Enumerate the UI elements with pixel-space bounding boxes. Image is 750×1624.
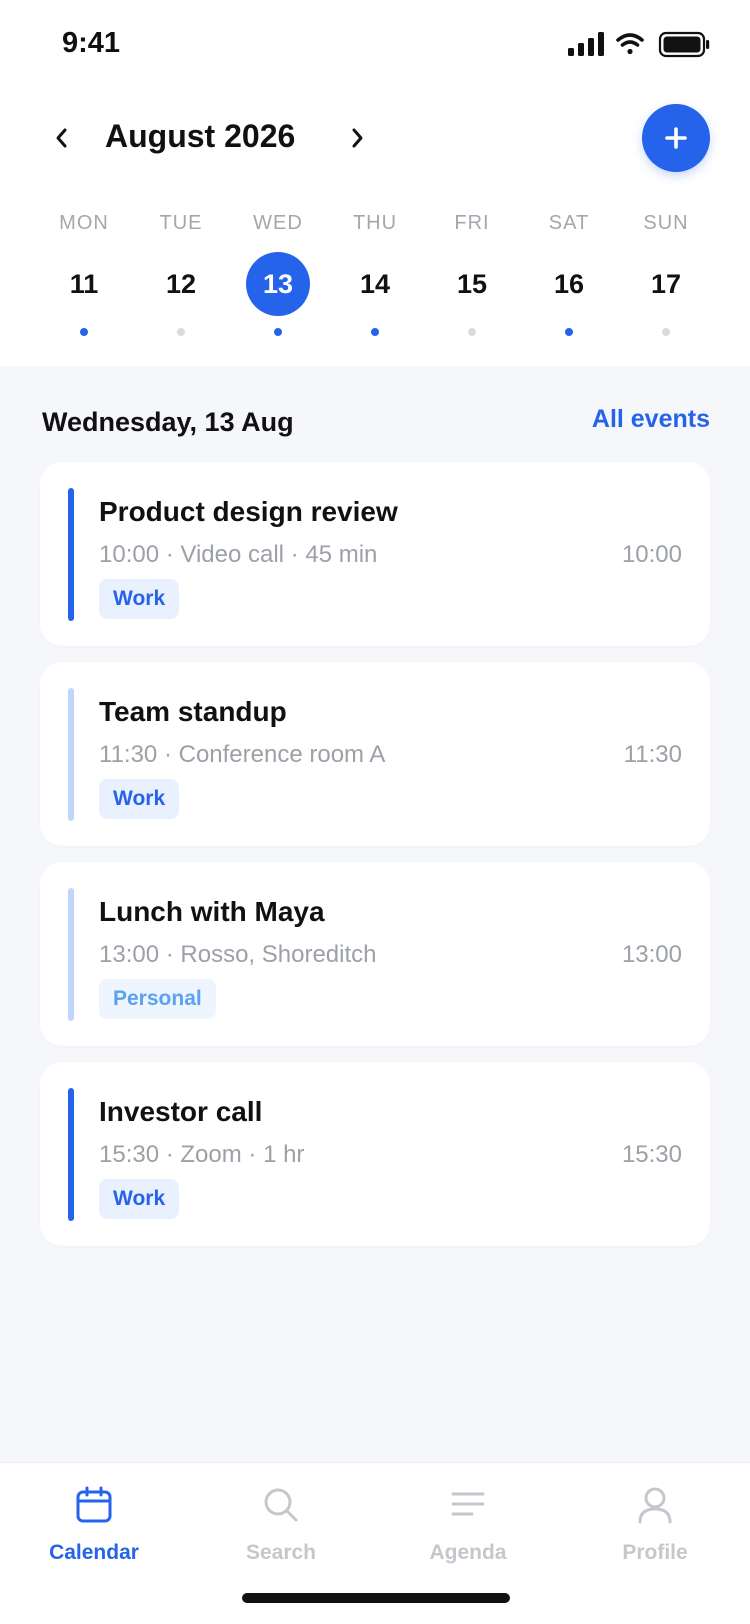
event-dot <box>371 328 379 336</box>
list-icon <box>451 1492 485 1516</box>
day-sun[interactable]: SUN 17 <box>618 212 714 342</box>
tab-label: Profile <box>622 1541 688 1564</box>
event-color-bar <box>68 1088 74 1221</box>
add-event-button[interactable] <box>642 104 710 172</box>
day-name: THU <box>352 212 398 234</box>
day-name: TUE <box>159 212 203 234</box>
day-thu[interactable]: THU 14 <box>327 212 423 342</box>
event-subtitle: 15:30 · Zoom · 1 hr <box>99 1141 305 1168</box>
tab-label: Search <box>245 1541 317 1564</box>
event-title: Lunch with Maya <box>99 896 325 927</box>
chevron-left-icon <box>56 128 67 148</box>
tab-agenda[interactable]: Agenda <box>388 1485 548 1585</box>
home-indicator <box>242 1593 510 1603</box>
event-card[interactable]: Product design review 10:00 · Video call… <box>40 462 710 646</box>
event-dot <box>662 328 670 336</box>
event-color-bar <box>68 688 74 821</box>
event-time: 15:30 <box>621 1141 682 1168</box>
calendar-icon <box>76 1486 112 1523</box>
day-number: 11 <box>69 268 99 299</box>
day-number: 12 <box>165 268 197 299</box>
day-name: WED <box>253 212 303 234</box>
plus-icon <box>665 127 687 149</box>
event-title: Investor call <box>99 1096 263 1127</box>
day-name: SAT <box>548 212 590 234</box>
tab-label: Calendar <box>49 1541 139 1564</box>
day-name: MON <box>59 212 109 234</box>
event-dot <box>177 328 185 336</box>
day-fri[interactable]: FRI 15 <box>424 212 520 342</box>
event-title: Product design review <box>99 496 398 527</box>
event-tag: Personal <box>99 979 216 1019</box>
wifi-icon <box>616 33 644 55</box>
day-number: 17 <box>650 268 682 299</box>
event-color-bar <box>68 888 74 1021</box>
tab-calendar[interactable]: Calendar <box>14 1485 174 1585</box>
month-title: August 2026 <box>105 118 296 154</box>
event-subtitle: 10:00 · Video call · 45 min <box>99 541 378 568</box>
day-wed[interactable]: WED 13 <box>230 212 326 342</box>
tab-profile[interactable]: Profile <box>575 1485 735 1585</box>
week-strip: MON 11 TUE 12 WED 13 THU 14 FRI 15 SAT 1… <box>36 212 736 342</box>
next-month-button[interactable] <box>337 118 377 158</box>
status-time: 9:41 <box>62 27 121 59</box>
day-number: 15 <box>456 268 488 299</box>
event-time: 13:00 <box>621 941 682 968</box>
event-card[interactable]: Team standup 11:30 · Conference room A 1… <box>40 662 710 846</box>
event-time: 10:00 <box>621 541 682 568</box>
event-card[interactable]: Lunch with Maya 13:00 · Rosso, Shoreditc… <box>40 862 710 1046</box>
day-name: SUN <box>643 212 689 234</box>
event-dot <box>468 328 476 336</box>
tab-search[interactable]: Search <box>201 1485 361 1585</box>
event-color-bar <box>68 488 74 621</box>
event-tag: Work <box>99 1179 180 1219</box>
status-icons <box>568 31 710 58</box>
search-icon <box>264 1488 298 1522</box>
day-number: 13 <box>246 252 310 316</box>
event-title: Team standup <box>99 696 287 727</box>
event-list: Product design review 10:00 · Video call… <box>40 462 710 1262</box>
event-dot <box>565 328 573 336</box>
selected-date-heading: Wednesday, 13 Aug <box>42 407 294 437</box>
calendar-header: 9:41 August 2026 MON 11 TUE 12 WED 13 TH… <box>0 0 750 366</box>
event-card[interactable]: Investor call 15:30 · Zoom · 1 hr 15:30 … <box>40 1062 710 1246</box>
event-tag: Work <box>99 779 180 819</box>
battery-icon <box>658 31 710 58</box>
event-subtitle: 13:00 · Rosso, Shoreditch <box>99 941 377 968</box>
event-dot <box>80 328 88 336</box>
all-events-link[interactable]: All events <box>592 405 710 434</box>
day-mon[interactable]: MON 11 <box>36 212 132 342</box>
event-subtitle: 11:30 · Conference room A <box>99 741 386 768</box>
day-tue[interactable]: TUE 12 <box>133 212 229 342</box>
tab-label: Agenda <box>429 1541 507 1564</box>
day-sat[interactable]: SAT 16 <box>521 212 617 342</box>
day-number: 14 <box>359 268 391 299</box>
prev-month-button[interactable] <box>42 118 82 158</box>
signal-icon <box>568 32 604 56</box>
chevron-right-icon <box>352 128 363 148</box>
event-time: 11:30 <box>623 741 682 768</box>
person-icon <box>638 1487 672 1524</box>
event-tag: Work <box>99 579 180 619</box>
day-name: FRI <box>454 212 490 234</box>
event-dot <box>274 328 282 336</box>
day-number: 16 <box>553 268 585 299</box>
